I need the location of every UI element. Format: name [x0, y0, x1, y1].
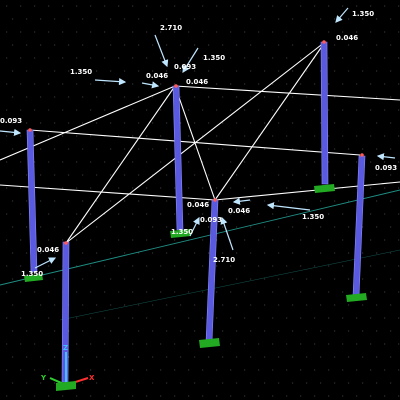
cable-line [65, 41, 326, 244]
node-marker [322, 40, 326, 44]
cable-network [0, 41, 400, 244]
cable-line [214, 41, 326, 201]
load-label: 1.350 [302, 213, 324, 221]
load-label: 2.710 [160, 24, 182, 32]
load-label: 0.046 [336, 34, 358, 42]
cable-line [174, 85, 400, 101]
load-label: 0.093 [174, 63, 196, 71]
load-arrow [94, 78, 127, 86]
load-label: 1.350 [70, 68, 92, 76]
load-label: 0.046 [186, 78, 208, 86]
load-label: 0.046 [228, 207, 250, 215]
load-label: 0.093 [375, 164, 397, 172]
load-arrow [34, 257, 57, 269]
column-5[interactable] [346, 155, 367, 302]
load-label: 0.046 [146, 72, 168, 80]
load-label: 0.046 [187, 201, 209, 209]
column-1[interactable] [24, 129, 43, 282]
axis-z-label: Z [63, 344, 68, 352]
load-arrow [220, 216, 234, 251]
model-viewport[interactable]: 1.350 0.046 2.710 1.350 0.093 1.350 0.04… [0, 0, 400, 400]
load-arrow [141, 81, 160, 89]
axis-x-label: X [89, 374, 95, 382]
load-label: 1.350 [21, 270, 43, 278]
node-marker [174, 84, 178, 88]
cable-line [214, 181, 400, 201]
load-label: 0.093 [200, 216, 222, 224]
load-arrow [154, 34, 169, 68]
load-label: 1.350 [171, 228, 193, 236]
load-label: 2.710 [213, 256, 235, 264]
load-arrows [0, 7, 396, 269]
load-arrow [266, 202, 311, 211]
load-arrow [376, 153, 396, 161]
column-3[interactable] [314, 41, 335, 193]
load-label: 0.046 [37, 246, 59, 254]
column-2[interactable] [170, 85, 191, 238]
node-marker [360, 153, 364, 157]
load-arrow [335, 7, 349, 23]
ground-axis-lines [0, 189, 400, 321]
load-arrow [0, 128, 22, 136]
axis-y-label: Y [40, 374, 47, 382]
node-marker [64, 241, 68, 245]
node-marker [28, 128, 32, 132]
load-label: 1.350 [352, 10, 374, 18]
load-label: 1.350 [203, 54, 225, 62]
structure-3d-view[interactable]: 1.350 0.046 2.710 1.350 0.093 1.350 0.04… [0, 0, 400, 400]
columns [24, 41, 367, 383]
node-marker [213, 198, 217, 202]
load-label: 0.093 [0, 117, 22, 125]
